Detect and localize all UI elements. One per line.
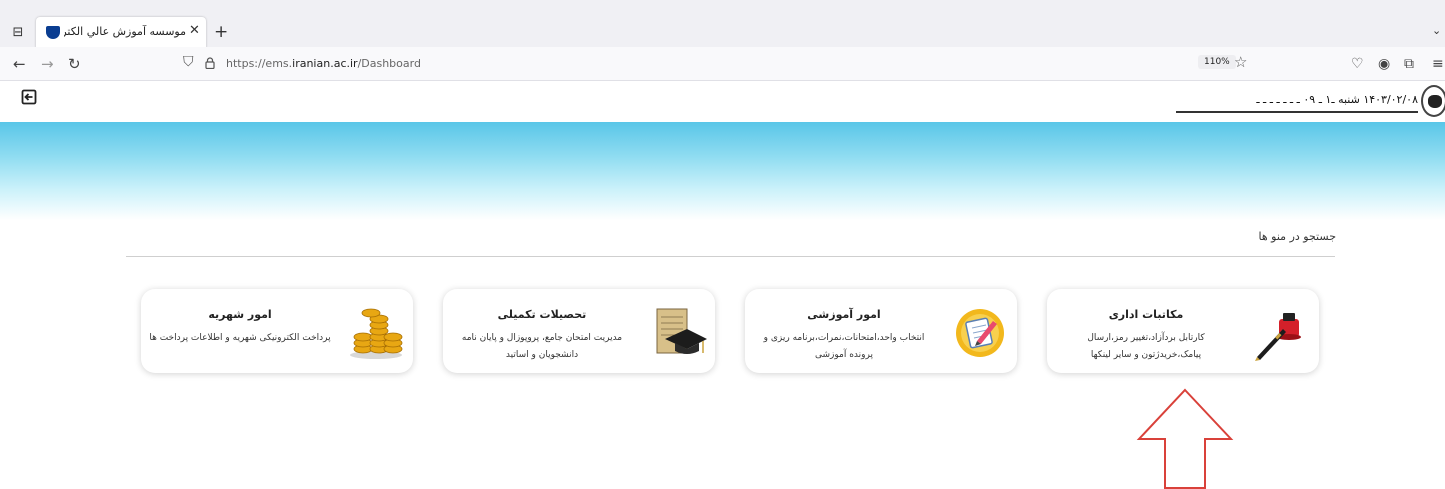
header-banner [0, 122, 1445, 220]
card-graduate-studies[interactable]: تحصیلات تکمیلی مدیریت امتحان جامع، پروپو… [443, 289, 715, 373]
menu-search-underline [126, 256, 1335, 257]
browser-tab-bar: ⊟ موسسه آموزش عالي الكترونيكي ✕ + ⌄ [0, 0, 1445, 48]
extensions-icon[interactable]: ⧉ [1404, 55, 1414, 73]
pocket-icon[interactable]: ♡ [1351, 55, 1364, 73]
up-arrow-annotation-icon [1136, 388, 1234, 489]
new-tab-icon[interactable]: + [214, 22, 228, 42]
account-icon[interactable]: ◉ [1378, 55, 1390, 73]
user-date-info: ۱۴۰۳/۰۲/۰۸ شنبه ـ۱ ـ ۰۹ ـ ـ ـ ـ ـ ـ ـ [1176, 91, 1418, 113]
tracking-shield-icon[interactable]: ⛉ [183, 54, 194, 70]
app-header: ۱۴۰۳/۰۲/۰۸ شنبه ـ۱ ـ ۰۹ ـ ـ ـ ـ ـ ـ ـ [0, 81, 1445, 122]
card-description: مدیریت امتحان جامع، پروپوزال و پایان نام… [461, 333, 623, 360]
menu-hamburger-icon[interactable]: ≡ [1432, 55, 1444, 73]
lock-icon[interactable] [205, 57, 215, 69]
tab-title: موسسه آموزش عالي الكترونيكي [64, 25, 186, 38]
user-avatar[interactable] [1421, 85, 1445, 117]
card-tuition-affairs[interactable]: امور شهریه پرداخت الکترونیکی شهریه و اطل… [141, 289, 413, 373]
card-title: تحصیلات تکمیلی [497, 308, 587, 321]
logout-icon[interactable] [21, 89, 37, 105]
inkwell-pen-icon [1255, 313, 1301, 361]
reload-icon[interactable]: ↻ [68, 55, 81, 73]
menu-search-label[interactable]: جستجو در منو ها [1180, 230, 1336, 243]
close-tab-icon[interactable]: ✕ [189, 23, 200, 38]
notepad-pencil-icon [956, 309, 1004, 357]
card-title: مکاتبات اداری [1108, 308, 1184, 321]
tab-list-icon[interactable]: ⊟ [8, 23, 28, 43]
card-title: امور آموزشی [807, 308, 881, 321]
url-text[interactable]: https://ems.iranian.ac.ir/Dashboard [226, 57, 421, 70]
bookmark-star-icon[interactable]: ☆ [1234, 53, 1247, 71]
gold-coins-icon [350, 308, 403, 359]
card-office-correspondence[interactable]: مکاتبات اداری کارتابل بردآزاد،تغییر رمز،… [1047, 289, 1319, 373]
chevron-down-icon[interactable]: ⌄ [1432, 24, 1441, 37]
card-educational-affairs[interactable]: امور آموزشی انتخاب واحد،امتحانات،نمرات،ب… [745, 289, 1017, 373]
card-title: امور شهریه [208, 308, 272, 321]
browser-nav-bar: ← → ↻ ⛉ https://ems.iranian.ac.ir/Dashbo… [0, 47, 1445, 81]
browser-tab[interactable]: موسسه آموزش عالي الكترونيكي ✕ [36, 17, 206, 48]
card-description: انتخاب واحد،امتحانات،نمرات،برنامه ریزی و… [763, 333, 925, 360]
card-description: کارتابل بردآزاد،تغییر رمز،ارسال پیامک،خر… [1087, 333, 1205, 360]
forward-arrow-icon[interactable]: → [41, 55, 54, 73]
site-favicon-icon [46, 26, 60, 39]
graduation-cap-icon [656, 308, 707, 354]
back-arrow-icon[interactable]: ← [13, 55, 26, 73]
address-bar[interactable]: ⛉ https://ems.iranian.ac.ir/Dashboard 11… [172, 51, 1262, 77]
zoom-level-badge[interactable]: 110% [1198, 55, 1236, 69]
card-description: پرداخت الکترونیکی شهریه و اطلاعات پرداخت… [149, 333, 331, 343]
